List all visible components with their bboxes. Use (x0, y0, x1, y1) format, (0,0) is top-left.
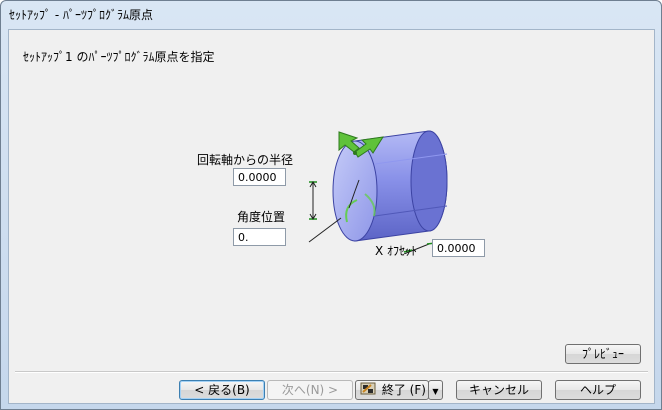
origin-illustration (308, 130, 448, 254)
finish-button[interactable]: 終了 (F) (355, 380, 429, 400)
angle-input[interactable] (233, 228, 286, 246)
flag-icon (360, 382, 376, 395)
divider (15, 371, 648, 373)
finish-split-button: 終了 (F) ▼ (355, 380, 443, 400)
dropdown-arrow-icon: ▼ (432, 387, 439, 396)
radius-label: 回転軸からの半径 (197, 153, 294, 167)
cancel-button[interactable]: キャンセル (456, 380, 542, 400)
back-button[interactable]: < 戻る(B) (179, 380, 265, 400)
x-offset-label: X ｵﾌｾｯﾄ (375, 244, 418, 258)
next-button[interactable]: 次へ(N) > (267, 380, 353, 400)
help-button[interactable]: ヘルプ (555, 380, 641, 400)
preview-button[interactable]: ﾌﾟﾚﾋﾞｭｰ (565, 344, 641, 364)
dialog-window: ｾｯﾄｱｯﾌﾟ - ﾊﾟｰﾂﾌﾟﾛｸﾞﾗﾑ原点 ｾｯﾄｱｯﾌﾟ1 のﾊﾟｰﾂﾌﾟ… (0, 0, 662, 410)
radius-dimension-shape (309, 181, 317, 220)
finish-dropdown-button[interactable]: ▼ (428, 380, 443, 400)
radius-input[interactable] (233, 168, 286, 186)
finish-button-label: 終了 (F) (381, 383, 426, 397)
window-title: ｾｯﾄｱｯﾌﾟ - ﾊﾟｰﾂﾌﾟﾛｸﾞﾗﾑ原点 (9, 8, 153, 22)
dialog-content: ｾｯﾄｱｯﾌﾟ1 のﾊﾟｰﾂﾌﾟﾛｸﾞﾗﾑ原点を指定 回転軸からの半径 0.00… (8, 29, 655, 404)
page-heading: ｾｯﾄｱｯﾌﾟ1 のﾊﾟｰﾂﾌﾟﾛｸﾞﾗﾑ原点を指定 (23, 50, 215, 64)
title-bar[interactable]: ｾｯﾄｱｯﾌﾟ - ﾊﾟｰﾂﾌﾟﾛｸﾞﾗﾑ原点 (1, 1, 661, 25)
x-offset-input[interactable] (432, 239, 485, 257)
angle-label: 角度位置 (237, 210, 286, 224)
